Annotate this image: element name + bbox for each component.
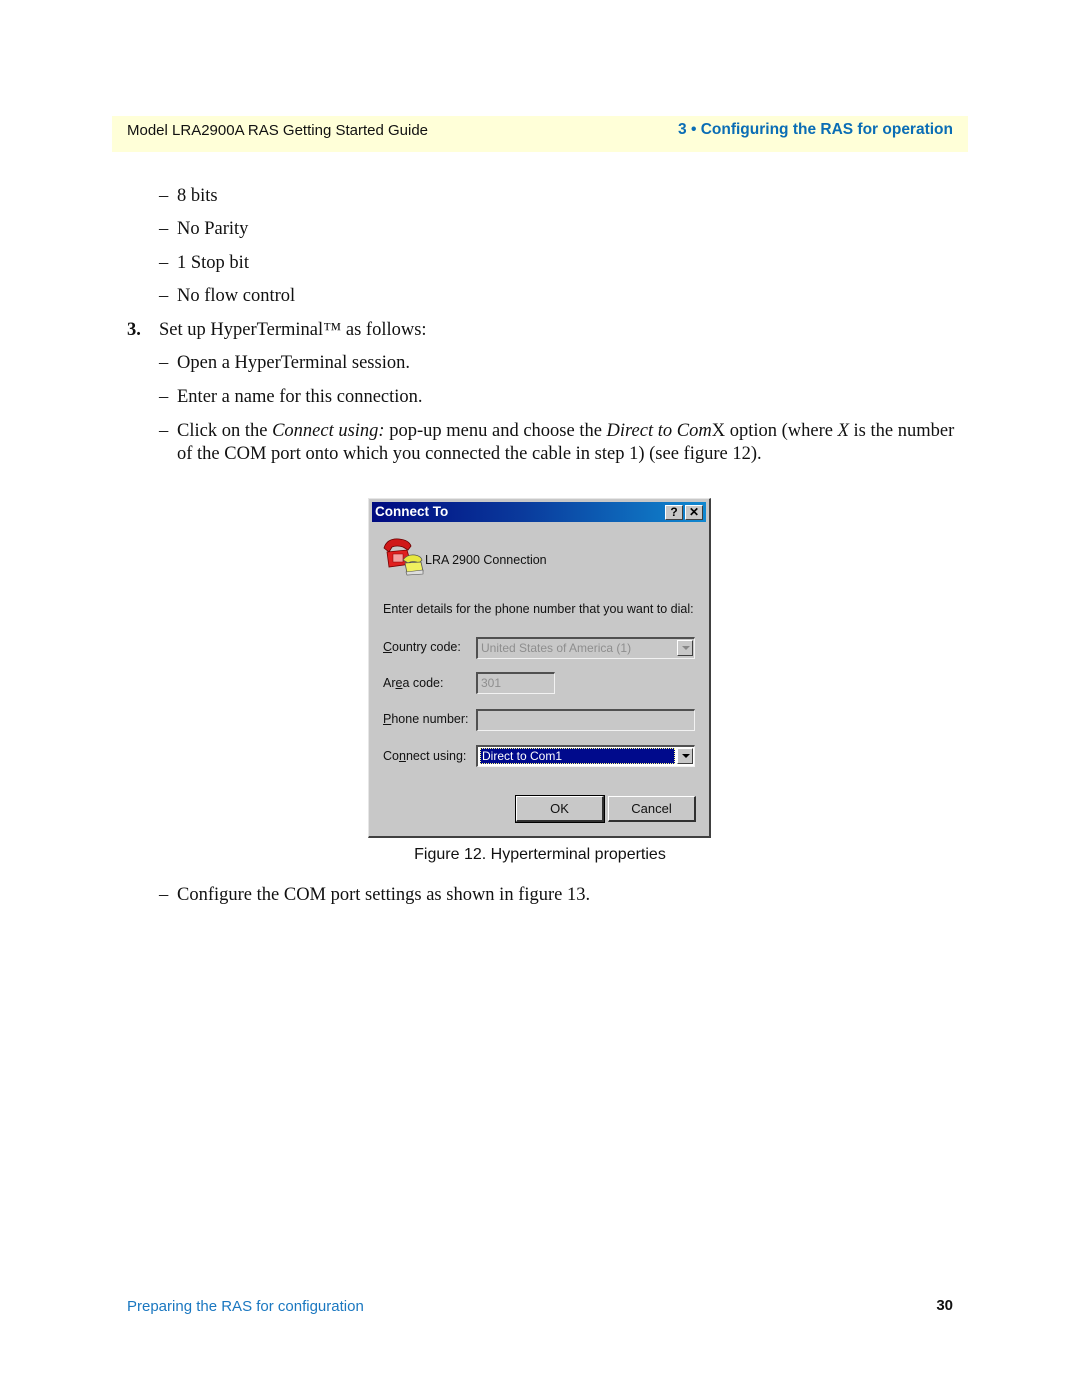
list-item: – Enter a name for this connection. [159,387,423,407]
step-text: Set up HyperTerminal™ as follows: [159,320,427,340]
phone-number-label: Phone number: [383,712,469,726]
connect-using-select[interactable]: Direct to Com1 [476,745,695,767]
connect-using-label: Connect using: [383,749,467,763]
area-code-label: Area code: [383,676,444,690]
connect-to-dialog: Connect To ? ✕ LRA 2900 Connection Enter… [368,498,711,838]
footer-section-link[interactable]: Preparing the RAS for configuration [127,1298,364,1315]
close-icon: ✕ [688,505,700,519]
help-icon: ? [670,505,678,519]
connect-using-value: Direct to Com1 [480,748,675,764]
area-code-input[interactable]: 301 [476,672,555,694]
country-code-label: Country code: [383,640,461,654]
help-button[interactable]: ? [665,505,683,520]
telephone-icon [383,538,424,576]
dial-prompt: Enter details for the phone number that … [383,602,694,616]
list-item-connect-using: – Click on the Connect using: pop-up menu… [159,421,955,441]
list-item: – Open a HyperTerminal session. [159,353,410,373]
figure-caption: Figure 12. Hyperterminal properties [414,846,666,863]
running-header: Model LRA2900A RAS Getting Started Guide… [112,116,968,152]
phone-number-input[interactable] [476,709,695,731]
list-item: – Configure the COM port settings as show… [159,885,591,905]
dialog-titlebar: Connect To ? ✕ [372,502,706,522]
connection-name: LRA 2900 Connection [425,553,547,567]
list-item: –1 Stop bit [159,253,249,273]
dialog-title: Connect To [375,504,449,519]
ok-button[interactable]: OK [515,795,605,823]
close-button[interactable]: ✕ [685,505,703,520]
step-number: 3. [127,320,141,340]
chevron-down-icon[interactable] [677,748,693,764]
chapter-title: 3 • Configuring the RAS for operation [678,121,953,138]
page-number: 30 [936,1297,953,1314]
list-item: – No Parity [159,219,249,239]
guide-title: Model LRA2900A RAS Getting Started Guide [127,122,429,139]
list-item-continuation: of the COM port onto which you connected… [177,444,762,464]
list-item: –8 bits [159,186,218,206]
chevron-down-icon[interactable] [677,640,693,656]
cancel-button[interactable]: Cancel [608,796,696,822]
area-code-value: 301 [481,676,502,690]
list-item: – No flow control [159,286,296,306]
country-code-select[interactable]: United States of America (1) [476,637,695,659]
country-code-value: United States of America (1) [481,641,632,655]
